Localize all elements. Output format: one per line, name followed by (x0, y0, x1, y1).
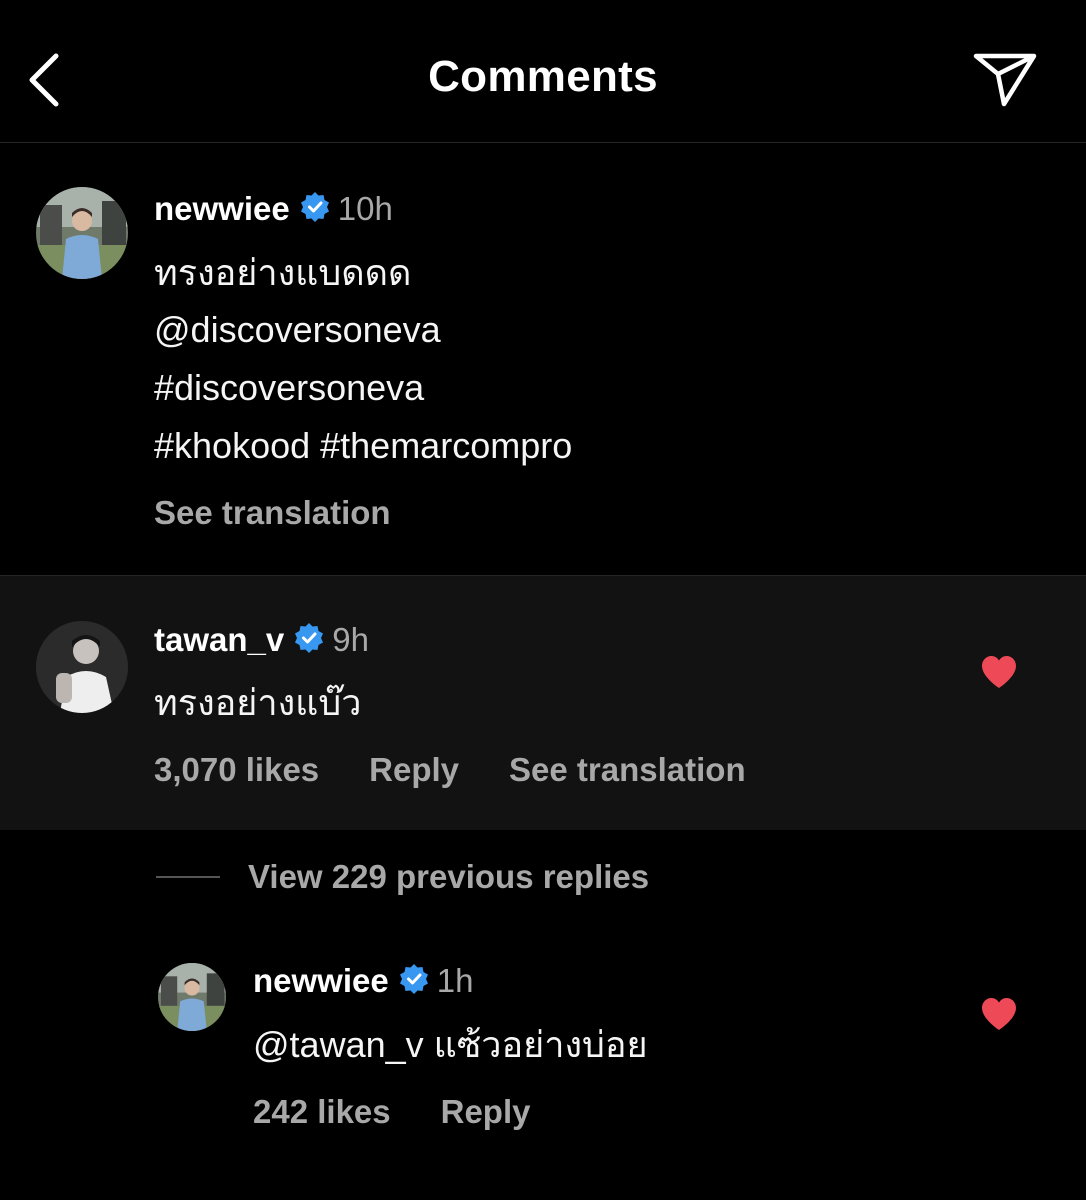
avatar[interactable] (36, 187, 128, 279)
heart-filled-icon (982, 998, 1016, 1030)
verified-badge-icon (300, 191, 330, 227)
comment-actions: 3,070 likes Reply See translation (154, 751, 746, 789)
heart-filled-icon (982, 656, 1016, 688)
mention-link[interactable]: @tawan_v (253, 1024, 424, 1065)
username[interactable]: tawan_v (154, 621, 284, 659)
paper-plane-icon (973, 53, 1037, 107)
like-button[interactable] (980, 655, 1018, 694)
header-bar: Comments (0, 0, 1086, 143)
caption-text-line: ทรงอย่างแบดดด (154, 252, 412, 293)
view-previous-replies-button[interactable]: View 229 previous replies (156, 858, 649, 896)
see-translation-button[interactable]: See translation (154, 494, 391, 532)
username[interactable]: newwiee (253, 962, 389, 1000)
caption-header: newwiee 10h (154, 190, 393, 228)
hashtag-link[interactable]: #discoversoneva (154, 370, 424, 406)
view-replies-label: View 229 previous replies (248, 858, 650, 895)
verified-badge-icon (294, 622, 324, 658)
comment-text: ทรงอย่างแบ๊ว (154, 682, 362, 723)
username[interactable]: newwiee (154, 190, 290, 228)
likes-count[interactable]: 3,070 likes (154, 751, 319, 789)
reply-button[interactable]: Reply (369, 751, 459, 789)
like-button[interactable] (980, 997, 1018, 1036)
reply-body: แซ้วอย่างบ่อย (433, 1024, 648, 1065)
reply-header: newwiee 1h (253, 962, 473, 1000)
reply-button[interactable]: Reply (441, 1093, 531, 1131)
hashtag-link[interactable]: #khokood #themarcompro (154, 428, 572, 464)
see-translation-button[interactable]: See translation (509, 751, 746, 789)
avatar[interactable] (36, 621, 128, 713)
comment-header: tawan_v 9h (154, 621, 369, 659)
verified-badge-icon (399, 963, 429, 999)
timestamp: 10h (337, 190, 393, 227)
divider (156, 876, 220, 878)
reply-actions: 242 likes Reply (253, 1093, 531, 1131)
timestamp: 9h (332, 621, 369, 658)
avatar[interactable] (158, 963, 226, 1031)
reply-text: @tawan_v แซ้วอย่างบ่อย (253, 1027, 648, 1063)
page-title: Comments (428, 52, 658, 101)
caption-actions: See translation (154, 494, 391, 532)
timestamp: 1h (436, 962, 474, 999)
share-button[interactable] (968, 48, 1042, 112)
mention-link[interactable]: @discoversoneva (154, 312, 441, 348)
likes-count[interactable]: 242 likes (253, 1093, 391, 1131)
